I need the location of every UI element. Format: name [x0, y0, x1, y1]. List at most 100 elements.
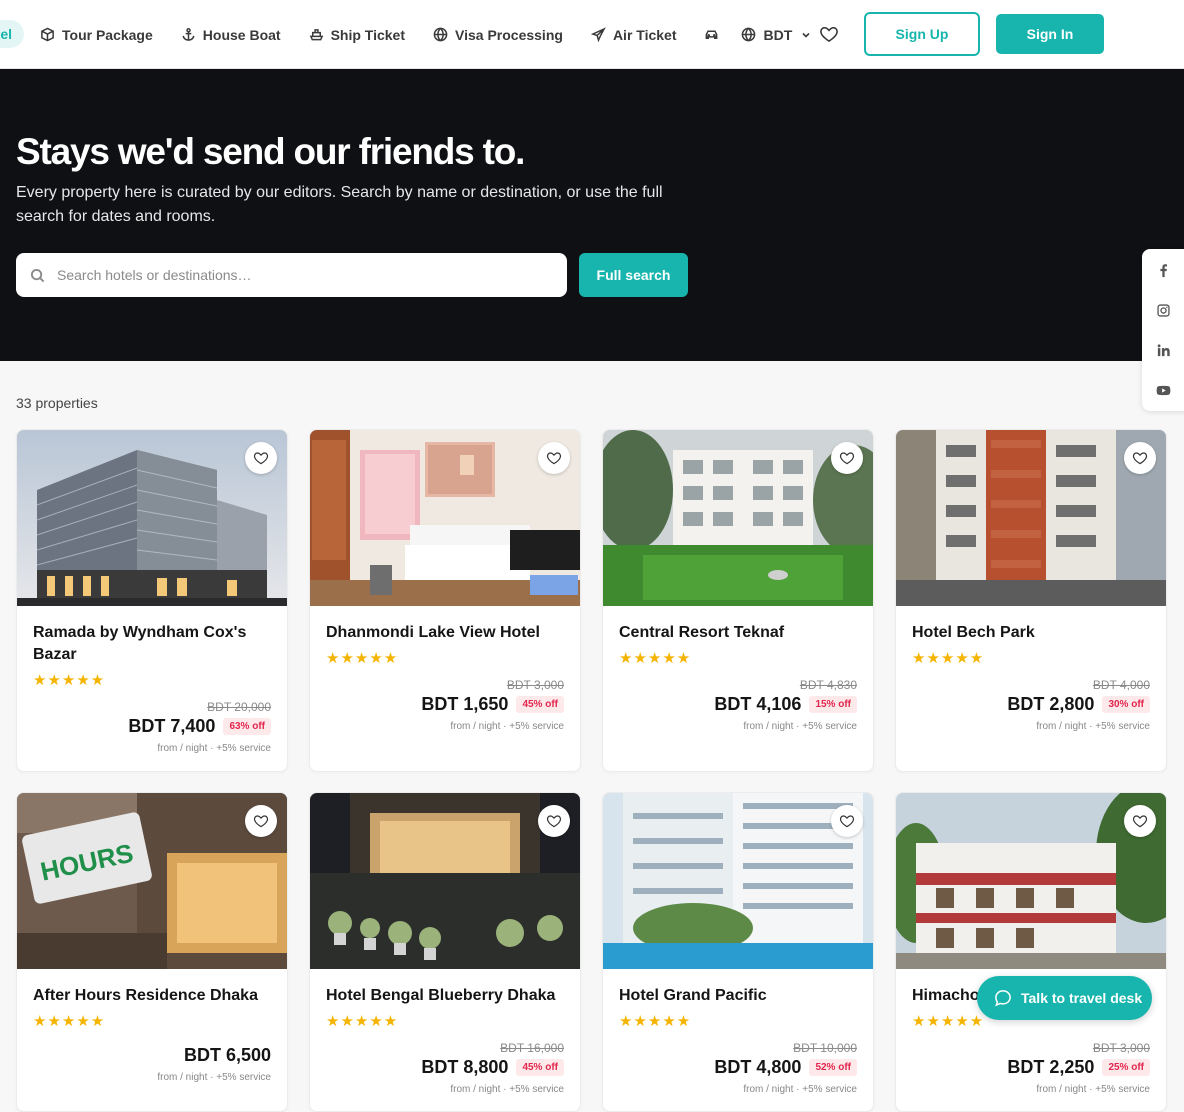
hotel-search-input[interactable] [57, 267, 537, 283]
price-note: from / night · +5% service [743, 1084, 857, 1095]
hotel-photo [310, 793, 580, 969]
search-icon [30, 268, 45, 282]
price-row: BDT 1,650 45% off [421, 694, 564, 715]
currency-selector[interactable]: BDT [741, 27, 812, 43]
hotel-card[interactable]: HOURS After Hours Residence Dhaka ★★★★★ … [16, 792, 288, 1112]
current-price: BDT 4,800 [714, 1057, 802, 1077]
price-note: from / night · +5% service [450, 721, 564, 732]
hotel-photo [17, 430, 287, 606]
price-block: BDT 4,000 BDT 2,800 30% off from / night… [1007, 678, 1150, 732]
package-icon [41, 27, 54, 42]
price-block: BDT 16,000 BDT 8,800 45% off from / nigh… [421, 1041, 564, 1095]
hotel-name: Ramada by Wyndham Cox's Bazar [33, 624, 247, 663]
favorite-button[interactable] [245, 805, 277, 837]
hotel-card[interactable]: Dhanmondi Lake View Hotel ★★★★★ BDT 3,00… [309, 429, 581, 772]
top-navbar: el Tour Package House Boat Ship Ticket V… [0, 0, 1184, 69]
star-rating: ★★★★★ [33, 672, 106, 689]
hotel-name: Hotel Grand Pacific [619, 987, 767, 1004]
heart-icon [253, 452, 269, 465]
linkedin-link[interactable] [1154, 341, 1172, 359]
currency-label: BDT [763, 26, 793, 43]
current-price: BDT 7,400 [128, 716, 216, 736]
heart-icon [1132, 815, 1148, 828]
nav-active-pill[interactable]: el [0, 20, 24, 48]
discount-badge: 52% off [809, 1059, 857, 1076]
nav-house-boat[interactable]: House Boat [181, 27, 281, 43]
sign-up-button[interactable]: Sign Up [864, 12, 980, 56]
discount-badge: 25% off [1102, 1059, 1150, 1076]
results-count: 33 properties [16, 395, 98, 411]
hotel-name: Hotel Bengal Blueberry Dhaka [326, 987, 556, 1004]
price-row: BDT 7,400 63% off [128, 716, 271, 737]
nav-visa-processing[interactable]: Visa Processing [433, 27, 563, 43]
chat-bubble-icon [995, 990, 1011, 1007]
favorite-button[interactable] [1124, 442, 1156, 474]
price-block: BDT 20,000 BDT 7,400 63% off from / nigh… [128, 700, 271, 754]
nav-label: House Boat [202, 26, 281, 43]
car-icon [706, 30, 718, 39]
price-block: BDT 3,000 BDT 2,250 25% off from / night… [1007, 1041, 1150, 1095]
instagram-icon [1156, 303, 1170, 317]
hotel-card-body: Ramada by Wyndham Cox's Bazar ★★★★★ BDT … [17, 606, 287, 754]
original-price: BDT 10,000 [793, 1041, 857, 1055]
youtube-icon [1156, 385, 1170, 395]
nav-car[interactable] [704, 27, 719, 42]
heart-icon [1132, 452, 1148, 465]
favorite-button[interactable] [538, 442, 570, 474]
price-note: from / night · +5% service [743, 721, 857, 732]
discount-badge: 30% off [1102, 696, 1150, 713]
favorite-button[interactable] [245, 442, 277, 474]
heart-icon [820, 26, 838, 42]
current-price: BDT 1,650 [421, 694, 509, 714]
hotel-card-body: Central Resort Teknaf ★★★★★ BDT 4,830 BD… [603, 606, 873, 732]
facebook-link[interactable] [1154, 261, 1172, 279]
nav-tour-package[interactable]: Tour Package [40, 27, 153, 43]
price-row: BDT 4,800 52% off [714, 1057, 857, 1078]
favorite-button[interactable] [538, 805, 570, 837]
original-price: BDT 4,830 [799, 678, 857, 692]
wishlist-button[interactable] [819, 24, 841, 46]
heart-icon [839, 452, 855, 465]
original-price: BDT 3,000 [506, 678, 564, 692]
heart-icon [546, 452, 562, 465]
facebook-icon [1159, 263, 1167, 277]
chat-label: Talk to travel desk [1021, 990, 1143, 1006]
hotel-photo: HOURS [17, 793, 287, 969]
hotel-card[interactable]: Central Resort Teknaf ★★★★★ BDT 4,830 BD… [602, 429, 874, 772]
star-rating: ★★★★★ [619, 650, 692, 667]
social-sidebar [1142, 249, 1184, 411]
favorite-button[interactable] [831, 805, 863, 837]
favorite-button[interactable] [1124, 805, 1156, 837]
hotel-card-body: Hotel Bech Park ★★★★★ BDT 4,000 BDT 2,80… [896, 606, 1166, 732]
discount-badge: 15% off [809, 696, 857, 713]
current-price: BDT 4,106 [714, 694, 802, 714]
heart-icon [839, 815, 855, 828]
price-note: from / night · +5% service [157, 743, 271, 754]
price-row: BDT 2,800 30% off [1007, 694, 1150, 715]
full-search-button[interactable]: Full search [579, 253, 688, 297]
hotel-card[interactable]: Ramada by Wyndham Cox's Bazar ★★★★★ BDT … [16, 429, 288, 772]
heart-icon [253, 815, 269, 828]
hero-subtitle: Every property here is curated by our ed… [16, 184, 663, 225]
plane-icon [590, 27, 606, 42]
price-row: BDT 2,250 25% off [1007, 1057, 1150, 1078]
youtube-link[interactable] [1154, 381, 1172, 399]
instagram-link[interactable] [1154, 301, 1172, 319]
current-price: BDT 8,800 [421, 1057, 509, 1077]
nav-air-ticket[interactable]: Air Ticket [590, 27, 676, 43]
travel-desk-chat-button[interactable]: Talk to travel desk [977, 976, 1152, 1020]
star-rating: ★★★★★ [33, 1013, 106, 1030]
current-price: BDT 6,500 [183, 1045, 271, 1065]
hotel-card[interactable]: Hotel Bengal Blueberry Dhaka ★★★★★ BDT 1… [309, 792, 581, 1112]
hotel-name: Hotel Bech Park [912, 624, 1035, 641]
favorite-button[interactable] [831, 442, 863, 474]
hotel-search-box[interactable] [16, 253, 567, 297]
nav-ship-ticket[interactable]: Ship Ticket [309, 27, 405, 43]
hotel-card-body: Dhanmondi Lake View Hotel ★★★★★ BDT 3,00… [310, 606, 580, 732]
hotel-card[interactable]: Himachol ★★★★★ BDT 3,000 BDT 2,250 25% o… [895, 792, 1167, 1112]
hotel-photo [896, 793, 1166, 969]
sign-in-button[interactable]: Sign In [996, 14, 1104, 54]
hotel-card[interactable]: Hotel Grand Pacific ★★★★★ BDT 10,000 BDT… [602, 792, 874, 1112]
hotel-card[interactable]: Hotel Bech Park ★★★★★ BDT 4,000 BDT 2,80… [895, 429, 1167, 772]
price-block: BDT 6,500 from / night · +5% service [157, 1043, 271, 1083]
